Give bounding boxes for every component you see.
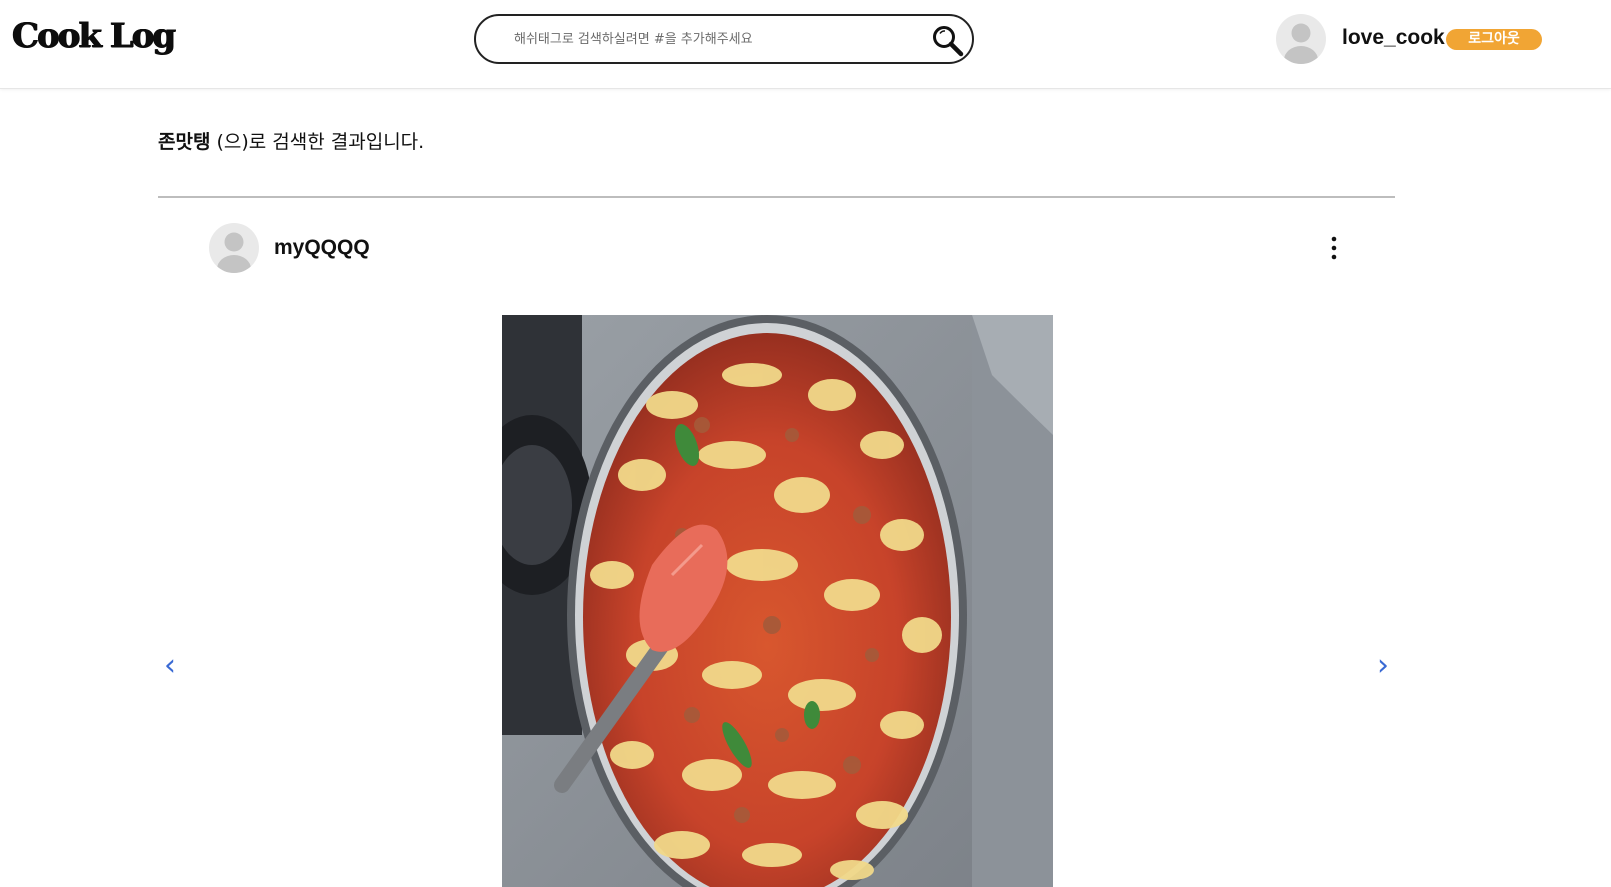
search-input[interactable] xyxy=(512,26,912,52)
carousel-next-button[interactable]: › xyxy=(1368,648,1398,684)
logout-button[interactable]: 로그아웃 xyxy=(1446,29,1542,50)
search-result-heading: 존맛탱 (으)로 검색한 결과입니다. xyxy=(158,128,424,156)
post-author-avatar[interactable] xyxy=(209,223,259,273)
logo[interactable]: Cook Log xyxy=(12,14,176,58)
search-icon[interactable] xyxy=(931,24,965,58)
user-avatar[interactable] xyxy=(1276,14,1326,64)
more-vertical-icon[interactable] xyxy=(1320,234,1348,262)
search-keyword: 존맛탱 xyxy=(158,131,211,153)
divider xyxy=(158,196,1395,198)
food-photo xyxy=(502,315,1053,887)
header-username[interactable]: love_cook xyxy=(1342,24,1445,52)
search-bar xyxy=(474,14,974,64)
top-navbar: Cook Log love_cook 로그아웃 xyxy=(0,0,1611,89)
post-image[interactable] xyxy=(502,315,1053,887)
search-result-suffix: (으)로 검색한 결과입니다. xyxy=(216,131,425,153)
post-author-name[interactable]: myQQQQ xyxy=(274,234,370,262)
carousel-prev-button[interactable]: ‹ xyxy=(155,648,185,684)
